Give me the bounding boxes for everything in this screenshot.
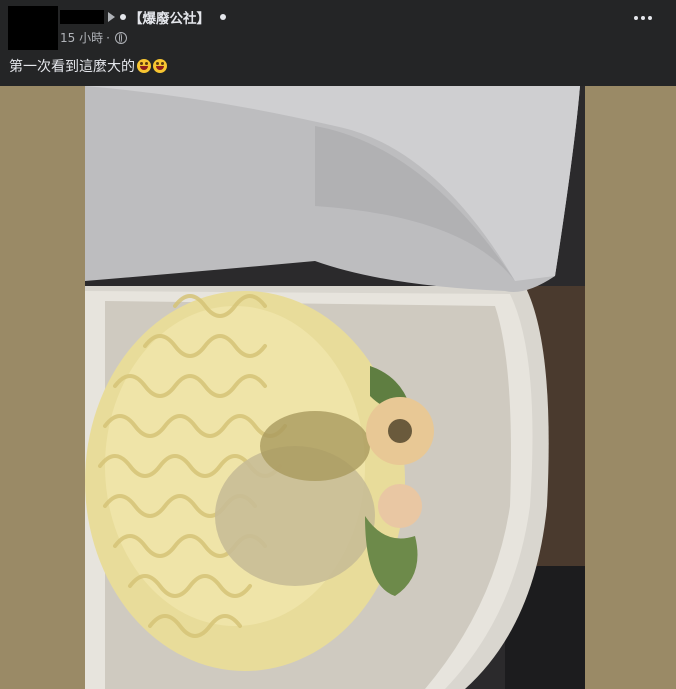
dot-icon <box>120 14 126 20</box>
caption-text: 第一次看到這麼大的 <box>9 59 135 75</box>
avatar[interactable] <box>8 6 58 50</box>
post-meta: 15 小時 · <box>60 29 127 46</box>
facebook-post: 【爆廢公社】 15 小時 · 第一次看到這麼大的 <box>0 0 676 689</box>
group-name-link[interactable]: 【爆廢公社】 <box>129 7 210 27</box>
globe-icon[interactable] <box>114 31 127 44</box>
meta-separator: · <box>106 30 110 45</box>
instant-noodle-cup-photo <box>85 86 585 689</box>
grinning-face-icon <box>137 59 151 73</box>
triangle-right-icon <box>108 12 115 22</box>
post-photo[interactable] <box>0 86 676 689</box>
grinning-face-icon <box>153 59 167 73</box>
dot-icon <box>220 14 226 20</box>
post-header: 【爆廢公社】 15 小時 · <box>0 0 676 52</box>
more-options-icon[interactable] <box>634 16 652 20</box>
post-caption: 第一次看到這麼大的 <box>9 56 167 76</box>
post-timestamp[interactable]: 15 小時 <box>60 29 103 46</box>
redacted-author-name[interactable] <box>60 10 104 24</box>
